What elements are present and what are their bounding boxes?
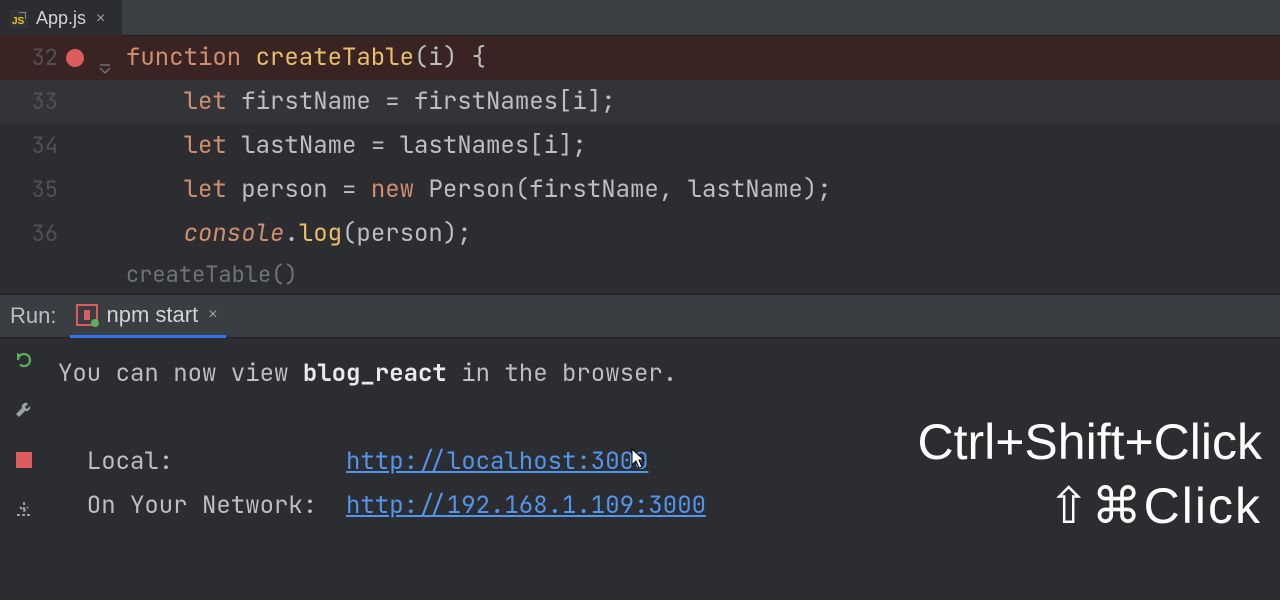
editor-tab-bar: JS App.js × xyxy=(0,0,1280,36)
line-number: 32 xyxy=(28,36,58,80)
tab-filename: App.js xyxy=(36,8,86,29)
run-config-tab[interactable]: npm start × xyxy=(70,294,225,338)
shortcut-windows: Ctrl+Shift+Click xyxy=(917,410,1262,474)
rerun-icon[interactable] xyxy=(12,348,36,372)
code-text[interactable]: let lastName = lastNames[i]; xyxy=(120,124,587,168)
download-icon[interactable] xyxy=(12,498,36,522)
breakpoint-icon[interactable] xyxy=(66,49,84,67)
shortcut-hint-overlay: Ctrl+Shift+Click ⇧⌘Click xyxy=(917,410,1262,538)
js-file-icon: JS xyxy=(10,10,28,28)
console-line: You can now view blog_react in the brows… xyxy=(58,352,1270,396)
code-line-32[interactable]: 32 function createTable(i) { xyxy=(0,36,1280,80)
code-line-34[interactable]: 34 let lastName = lastNames[i]; xyxy=(0,124,1280,168)
code-text[interactable]: function createTable(i) { xyxy=(120,36,486,80)
gutter[interactable]: 32 xyxy=(0,36,120,80)
fold-icon[interactable] xyxy=(98,51,112,65)
line-number: 36 xyxy=(28,212,58,256)
code-text[interactable]: let person = new Person(firstName, lastN… xyxy=(120,168,832,212)
npm-icon xyxy=(76,304,98,326)
shortcut-mac: ⇧⌘Click xyxy=(917,474,1262,538)
wrench-icon[interactable] xyxy=(12,398,36,422)
close-tab-icon[interactable]: × xyxy=(94,10,107,28)
code-editor[interactable]: 32 function createTable(i) { 33 let firs… xyxy=(0,36,1280,294)
code-line-33[interactable]: 33 let firstName = firstNames[i]; xyxy=(0,80,1280,124)
stop-icon[interactable] xyxy=(12,448,36,472)
run-tab-label: npm start xyxy=(106,302,198,328)
code-line-36[interactable]: 36 console.log(person); xyxy=(0,212,1280,256)
parameter-hint: createTable() xyxy=(0,256,1280,294)
editor-tab-appjs[interactable]: JS App.js × xyxy=(0,0,122,36)
local-url-link[interactable]: http://localhost:3000 xyxy=(346,446,648,477)
line-number: 34 xyxy=(28,124,58,168)
run-panel-header: Run: npm start × xyxy=(0,294,1280,338)
code-line-35[interactable]: 35 let person = new Person(firstName, la… xyxy=(0,168,1280,212)
code-text[interactable]: console.log(person); xyxy=(120,212,472,256)
network-url-link[interactable]: http://192.168.1.109:3000 xyxy=(346,490,706,521)
line-number: 35 xyxy=(28,168,58,212)
close-run-tab-icon[interactable]: × xyxy=(206,306,219,324)
run-panel-label: Run: xyxy=(8,303,56,329)
line-number: 33 xyxy=(28,80,58,124)
code-text[interactable]: let firstName = firstNames[i]; xyxy=(120,80,616,124)
run-toolbar xyxy=(0,338,48,559)
